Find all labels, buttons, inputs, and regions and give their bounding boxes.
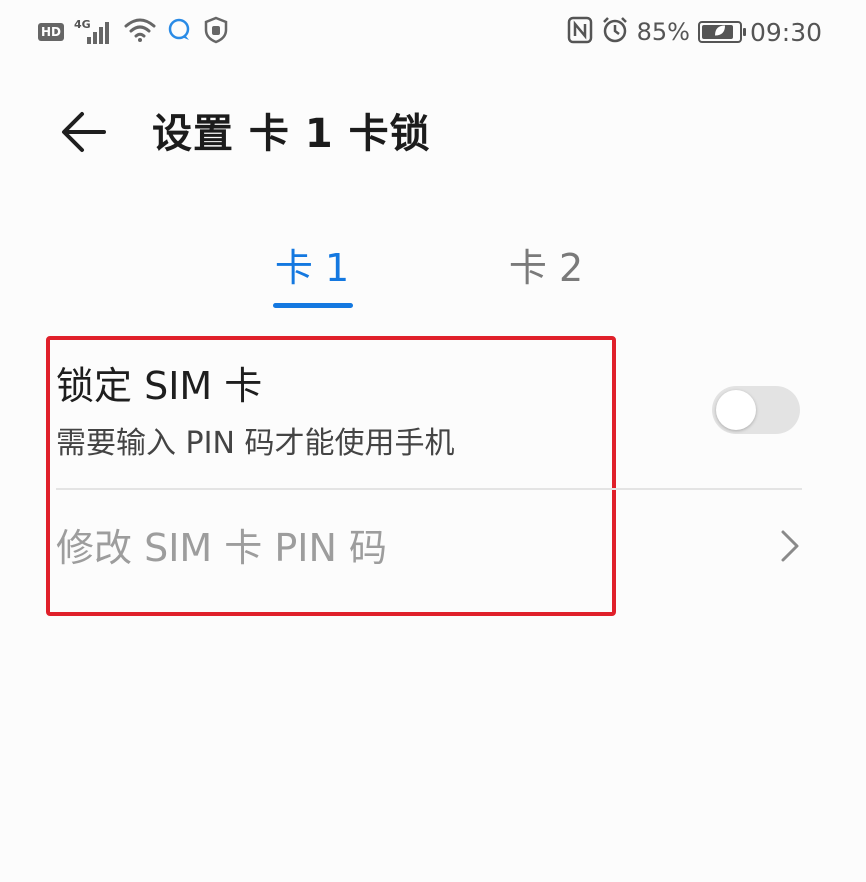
tab-card-1[interactable]: 卡 1 — [262, 238, 362, 298]
back-button[interactable] — [56, 106, 112, 162]
alarm-icon — [601, 16, 629, 48]
clock: 09:30 — [749, 17, 822, 47]
status-bar: HD 4G 85% 09:30 — [0, 0, 866, 64]
back-arrow-icon — [60, 110, 108, 158]
page-title: 设置 卡 1 卡锁 — [152, 111, 431, 157]
lock-sim-toggle[interactable] — [712, 386, 800, 434]
hd-badge: HD — [38, 23, 65, 41]
signal-icon: 4G — [74, 18, 114, 46]
lock-sim-title: 锁定 SIM 卡 — [56, 364, 263, 408]
chevron-right-icon[interactable] — [774, 528, 806, 564]
wifi-icon — [124, 17, 156, 47]
chat-bubble-icon — [166, 17, 192, 47]
nfc-icon — [567, 16, 593, 48]
hand-shield-icon — [202, 16, 230, 48]
leaf-icon — [713, 23, 727, 42]
status-bar-left: HD 4G — [38, 16, 230, 48]
toggle-knob — [716, 390, 756, 430]
battery-percent: 85% — [636, 18, 690, 46]
active-tab-indicator — [273, 303, 353, 308]
lock-sim-subtitle: 需要输入 PIN 码才能使用手机 — [56, 426, 455, 461]
change-pin-item[interactable]: 修改 SIM 卡 PIN 码 — [56, 518, 387, 578]
divider — [56, 488, 802, 490]
status-bar-right: 85% 09:30 — [567, 16, 822, 48]
tab-card-2[interactable]: 卡 2 — [496, 238, 596, 298]
battery-icon — [697, 21, 746, 43]
